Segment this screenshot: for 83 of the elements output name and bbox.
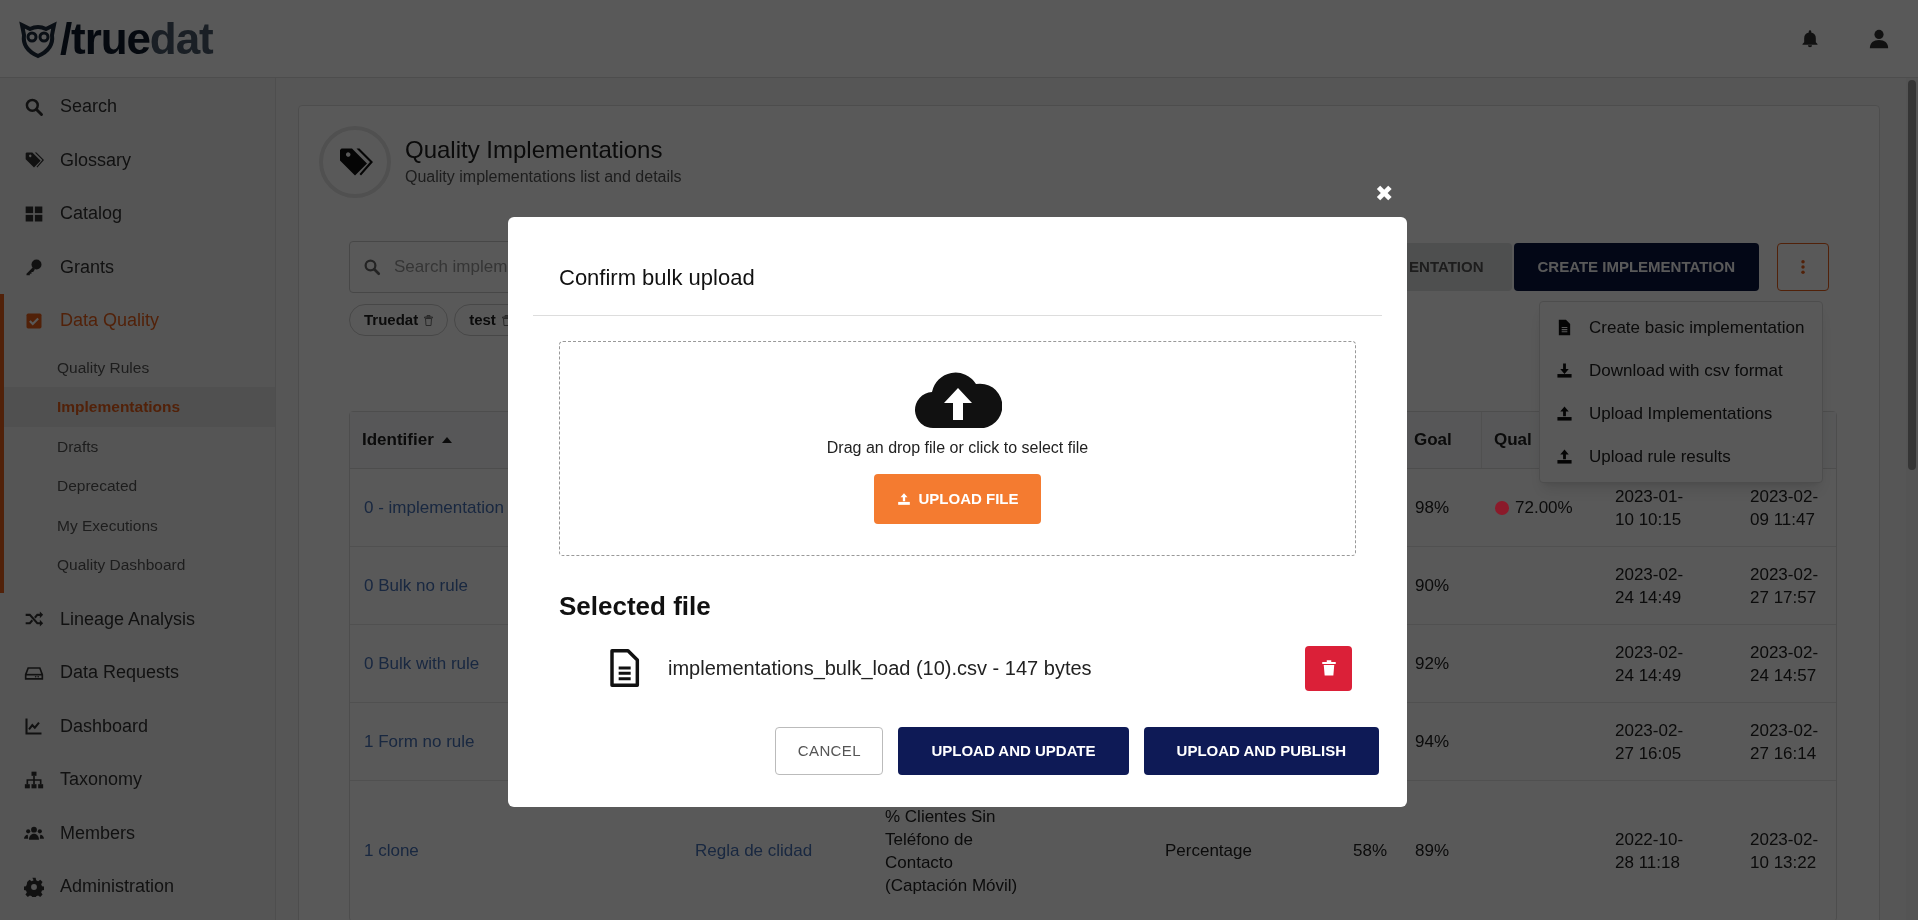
upload-button[interactable]: UPLOAD AND UPDATE	[898, 727, 1129, 775]
sitemap-icon	[24, 769, 44, 790]
table-cell-text: Percentage	[1165, 840, 1252, 862]
menu-item[interactable]: Upload Implementations	[1540, 392, 1822, 435]
file-name: implementations_bulk_load (10).csv - 147 bytes	[668, 656, 1092, 682]
more-button[interactable]	[1777, 243, 1829, 291]
sidebar-subitem[interactable]: Quality Rules	[4, 347, 275, 387]
drop-zone[interactable]: Drag an drop file or click to select file UPLOAD FILE	[559, 341, 1356, 556]
sidebar-subitem[interactable]: My Executions	[4, 505, 275, 545]
sidebar-subitem[interactable]: Implementations	[4, 387, 275, 427]
user-icon[interactable]	[1868, 27, 1890, 50]
search-icon	[363, 258, 381, 276]
menu-item[interactable]: Create basic implementation	[1540, 306, 1822, 349]
column-header[interactable]: Qual	[1494, 427, 1532, 453]
sidebar-subitem[interactable]: Drafts	[4, 426, 275, 466]
sidebar-subitem[interactable]: Deprecated	[4, 466, 275, 506]
sidebar-item[interactable]: Glossary	[0, 133, 275, 187]
sidebar-subitem[interactable]: Quality Dashboard	[4, 545, 275, 585]
page-title: Quality Implementations	[405, 135, 664, 165]
trash-icon	[1319, 659, 1338, 677]
table-cell-text: 90%	[1415, 575, 1450, 597]
sidebar-item[interactable]: Search	[0, 80, 275, 134]
quality-value: 72.00%	[1515, 497, 1573, 519]
table-cell-text: 58%	[1352, 840, 1387, 862]
table-cell-text: 94%	[1415, 731, 1450, 753]
file-icon	[608, 647, 640, 689]
document-icon	[1556, 319, 1573, 336]
sidebar-item[interactable]: Administration	[0, 860, 275, 914]
table-cell-text: 2023-01-10 10:15	[1615, 485, 1685, 531]
page-subtitle: Quality implementations list and details	[405, 167, 682, 187]
table-cell-text: 2023-02-27 17:57	[1750, 563, 1820, 609]
upload-button[interactable]: UPLOAD AND PUBLISH	[1143, 727, 1379, 775]
sidebar-item[interactable]: Catalog	[0, 187, 275, 241]
table-cell-text: 2023-02-09 11:47	[1750, 485, 1820, 531]
table-cell-text: % Clientes Sin Teléfono de Contacto (Captación Móvil)	[885, 805, 1019, 897]
dialog-title: Confirm bulk upload	[558, 264, 756, 292]
upload-icon	[896, 492, 911, 506]
delete-button[interactable]	[1305, 645, 1352, 691]
sidebar-item[interactable]: Data Quality	[4, 294, 275, 348]
table-cell-text: 2022-10-28 11:18	[1615, 828, 1685, 874]
table-cell-text: 2023-02-10 13:22	[1750, 828, 1820, 874]
table-cell-text: 2023-02-24 14:57	[1750, 641, 1820, 687]
search-icon	[24, 96, 44, 117]
sidebar-item[interactable]: Taxonomy	[0, 753, 275, 807]
upload-icon	[1556, 405, 1573, 422]
table-cell-text: 2023-02-24 14:49	[1615, 641, 1685, 687]
drop-zone-text: Drag an drop file or click to select file	[826, 438, 1089, 458]
area-chart-icon	[24, 716, 44, 737]
menu-item[interactable]: Download with csv format	[1540, 349, 1822, 392]
table-link[interactable]: 1 Form no rule	[364, 730, 475, 753]
cancel-button[interactable]: CANCEL	[775, 727, 884, 775]
close-button[interactable]: ✖	[1375, 183, 1393, 205]
table-link[interactable]: 0 - implementation	[364, 496, 504, 519]
sidebar-item[interactable]: Members	[0, 806, 275, 860]
table-cell-text: 2023-02-24 14:49	[1615, 563, 1685, 609]
key-icon	[24, 257, 44, 278]
table-cell-text: 92%	[1415, 653, 1450, 675]
sidebar-item[interactable]: Data Requests	[0, 646, 275, 700]
table-link[interactable]: 0 Bulk with rule	[364, 652, 480, 675]
sidebar-item[interactable]: Lineage Analysis	[0, 592, 275, 646]
more-vertical-icon	[1801, 260, 1805, 274]
cloud-upload-icon	[913, 370, 1002, 430]
gear-icon	[24, 876, 44, 897]
table-cell-text: 98%	[1415, 497, 1450, 519]
trash-icon	[424, 314, 434, 326]
sidebar-item[interactable]: Grants	[0, 240, 275, 294]
menu-item[interactable]: Upload rule results	[1540, 435, 1822, 478]
column-header[interactable]: Identifier	[362, 427, 452, 453]
column-header[interactable]: Goal	[1414, 427, 1452, 453]
upload-icon	[1556, 448, 1573, 465]
download-icon	[1556, 362, 1573, 379]
table-cell-text: 89%	[1415, 840, 1450, 862]
upload-file-button[interactable]: UPLOAD FILE	[874, 474, 1041, 524]
bell-icon[interactable]	[1800, 28, 1820, 49]
create-button[interactable]: CREATE IMPLEMENTATION	[1513, 243, 1759, 291]
table-cell-text: 2023-02-27 16:14	[1750, 719, 1820, 765]
logo-text: /truedat	[60, 16, 213, 61]
table-cell-text: 2023-02-27 16:05	[1615, 719, 1685, 765]
table-link[interactable]: 0 Bulk no rule	[364, 574, 468, 597]
table-link[interactable]: Regla de clidad	[695, 839, 813, 862]
table-link[interactable]: 1 clone	[364, 839, 419, 862]
sidebar-item[interactable]: Dashboard	[0, 699, 275, 753]
selected-file-heading: Selected file	[558, 590, 712, 623]
